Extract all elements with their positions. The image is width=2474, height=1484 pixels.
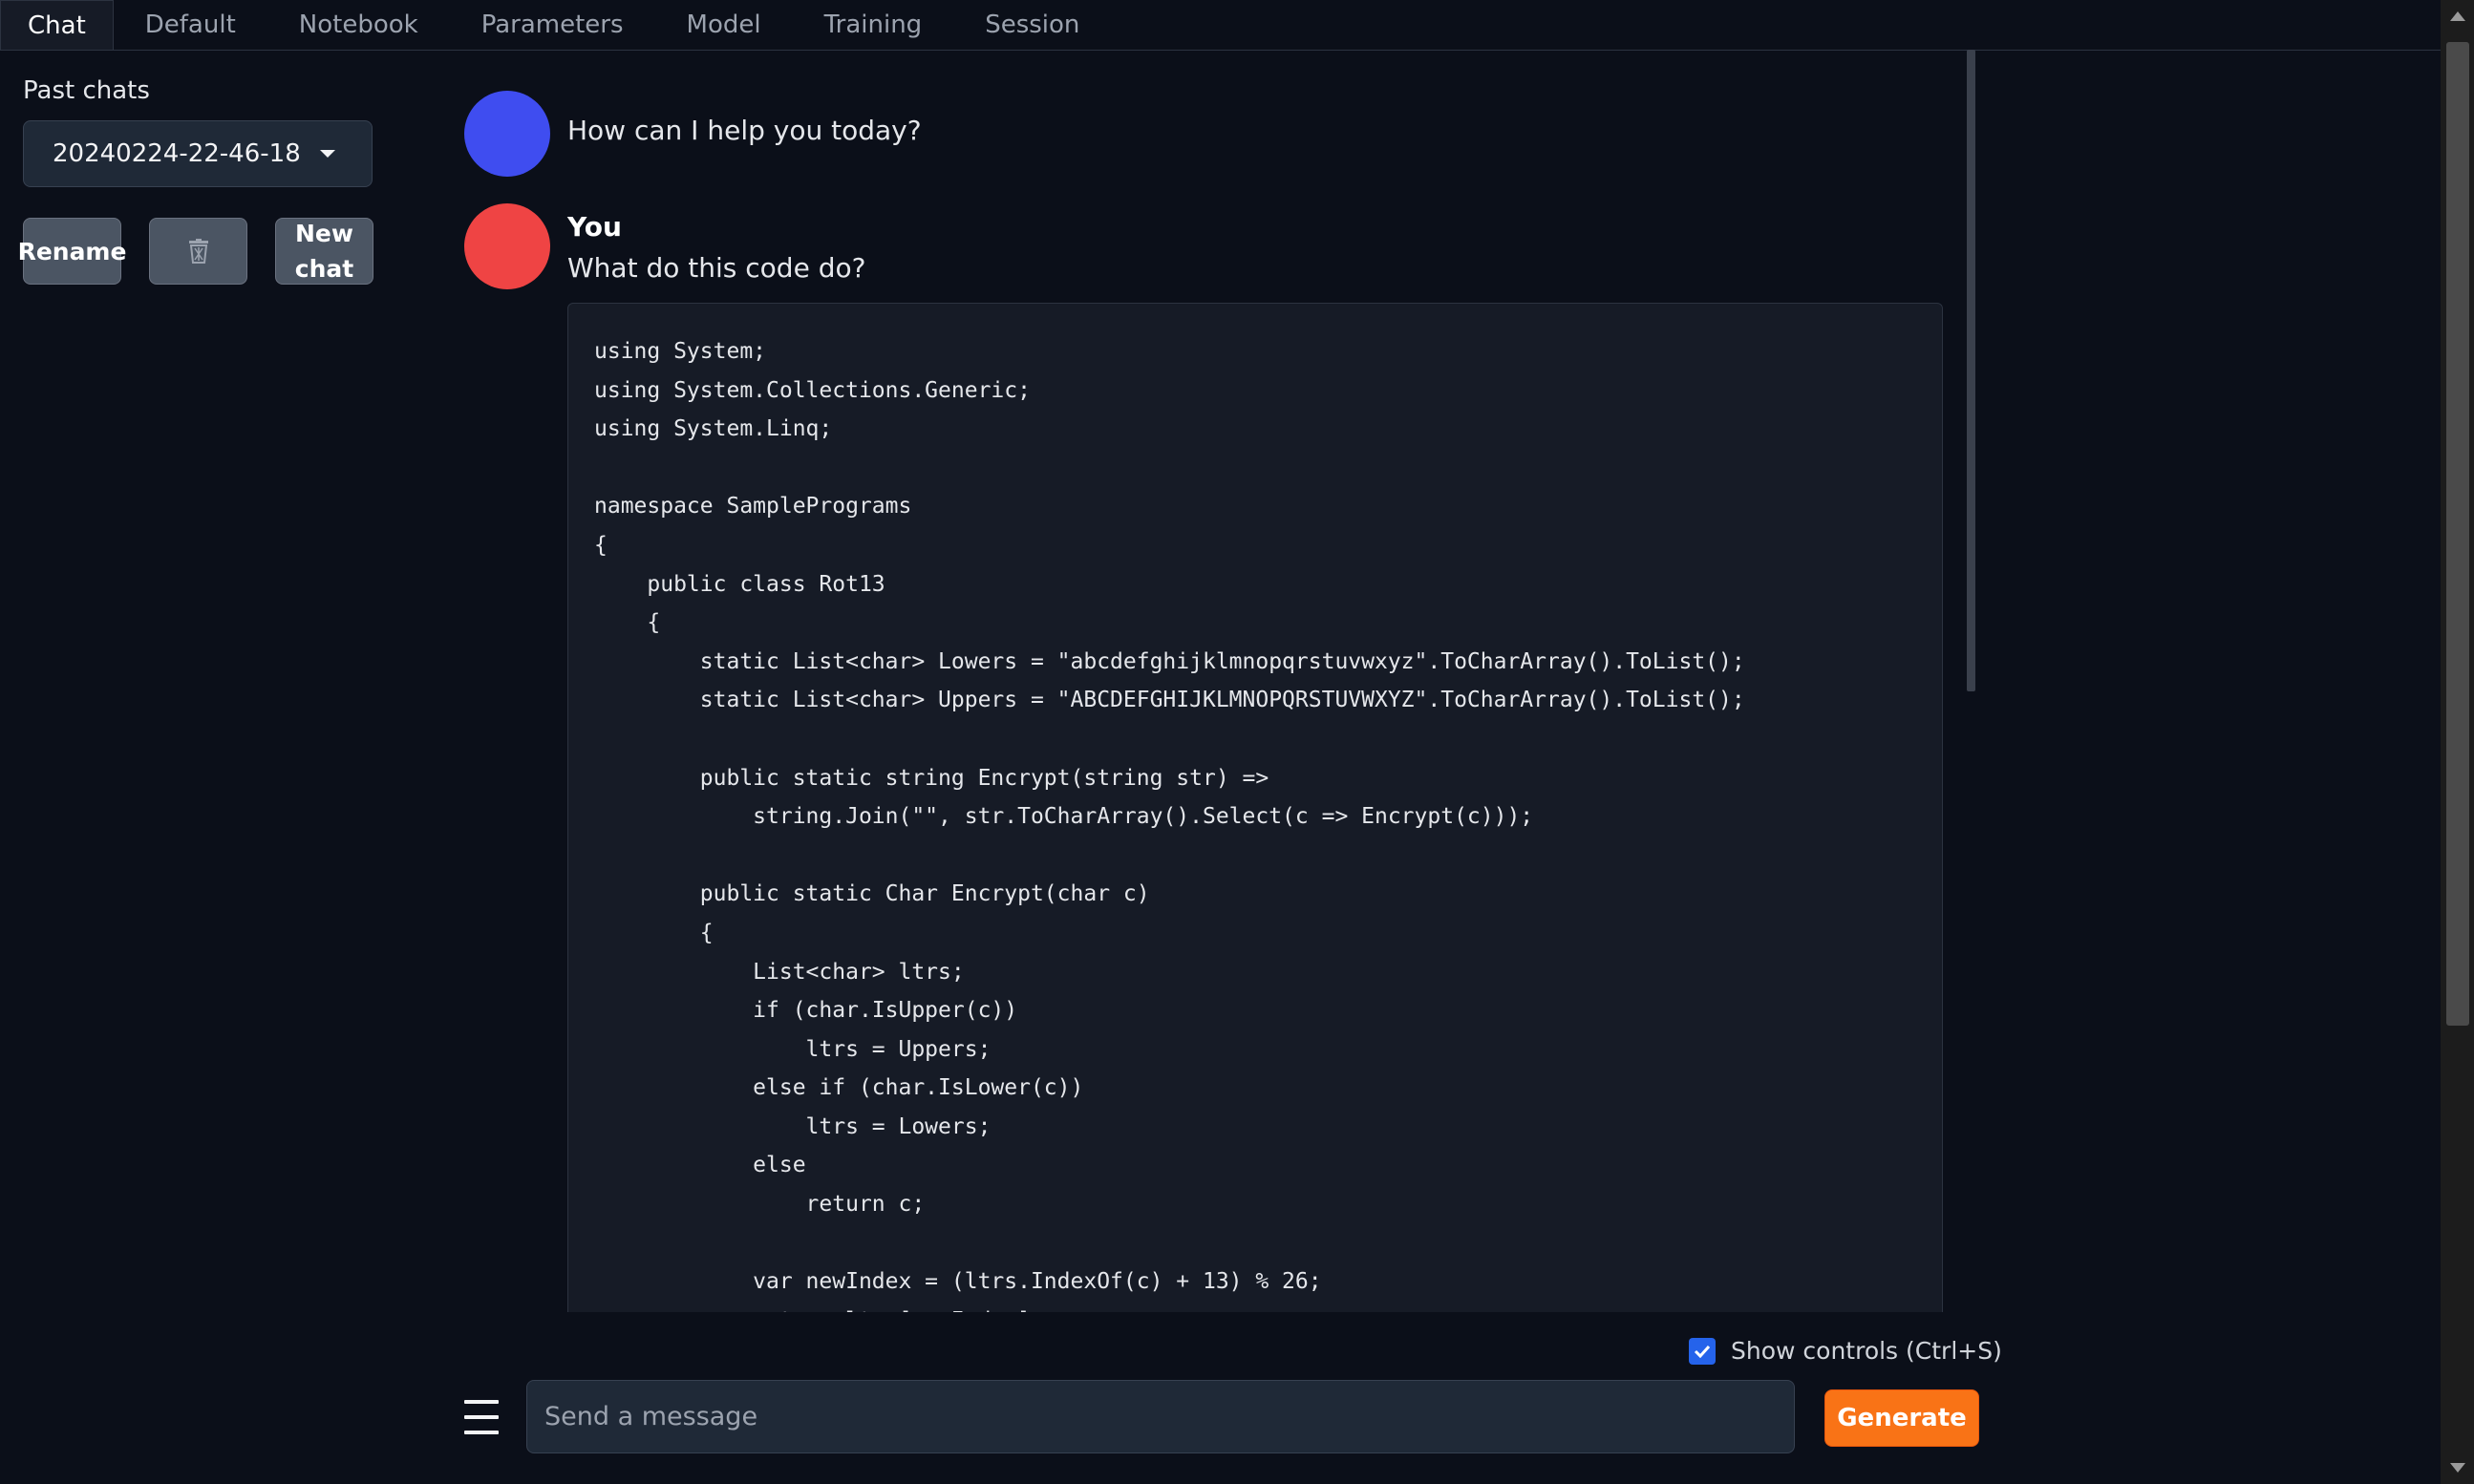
past-chats-dropdown[interactable]: 20240224-22-46-18: [23, 120, 373, 187]
scroll-up-icon[interactable]: [2450, 11, 2465, 21]
bot-message-text: How can I help you today?: [567, 115, 922, 146]
message-input[interactable]: [526, 1380, 1795, 1453]
selected-chat-value: 20240224-22-46-18: [53, 139, 301, 168]
code-block: using System; using System.Collections.G…: [567, 303, 1943, 1312]
bot-message: How can I help you today?: [464, 91, 922, 177]
chevron-down-icon: [320, 150, 335, 158]
tab-bar: Chat Default Notebook Parameters Model T…: [0, 0, 2441, 51]
tab-training[interactable]: Training: [793, 0, 954, 50]
chat-scrollbar[interactable]: [1967, 50, 1975, 691]
show-controls-label: Show controls (Ctrl+S): [1731, 1337, 2002, 1365]
generate-button[interactable]: Generate: [1824, 1389, 1979, 1447]
bot-avatar: [464, 91, 550, 177]
show-controls-toggle[interactable]: Show controls (Ctrl+S): [1689, 1337, 2002, 1365]
tab-notebook[interactable]: Notebook: [267, 0, 450, 50]
user-name: You: [567, 211, 622, 243]
tab-default[interactable]: Default: [114, 0, 267, 50]
user-message-text: What do this code do?: [567, 252, 866, 284]
check-icon: [1694, 1345, 1711, 1358]
past-chats-label: Past chats: [23, 76, 150, 105]
tab-session[interactable]: Session: [953, 0, 1111, 50]
scroll-down-icon[interactable]: [2450, 1463, 2465, 1473]
trash-icon: [188, 239, 208, 264]
window-scrollbar-thumb[interactable]: [2446, 42, 2469, 1026]
chat-actions: Rename New chat: [18, 218, 376, 285]
tab-chat[interactable]: Chat: [0, 0, 114, 50]
code-content: using System; using System.Collections.G…: [594, 339, 1745, 1312]
menu-icon[interactable]: [464, 1400, 499, 1434]
new-chat-label-line2: chat: [294, 255, 354, 283]
user-avatar: [464, 203, 550, 289]
new-chat-button[interactable]: New chat: [275, 218, 373, 285]
tab-parameters[interactable]: Parameters: [450, 0, 655, 50]
delete-button[interactable]: [149, 218, 247, 285]
user-message: You What do this code do?: [464, 203, 865, 289]
new-chat-label-line1: New: [295, 220, 353, 247]
chat-history[interactable]: How can I help you today? You What do th…: [457, 50, 1975, 1312]
rename-button[interactable]: Rename: [18, 218, 126, 285]
sidebar: Past chats 20240224-22-46-18 Rename New …: [18, 76, 376, 285]
tab-model[interactable]: Model: [655, 0, 793, 50]
show-controls-checkbox[interactable]: [1689, 1337, 1716, 1365]
